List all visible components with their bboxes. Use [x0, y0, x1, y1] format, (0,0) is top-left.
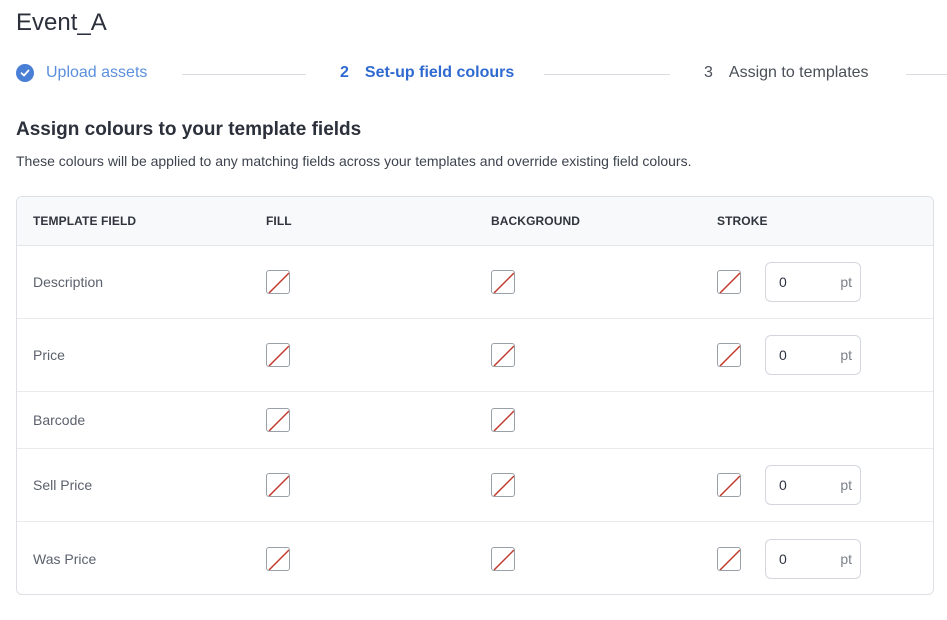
header-stroke: STROKE: [717, 214, 768, 228]
page-title: Event_A: [16, 9, 107, 36]
step-upload-assets[interactable]: Upload assets: [16, 60, 147, 86]
no-color-icon: [719, 548, 740, 570]
no-color-icon: [719, 272, 740, 293]
background-color-swatch[interactable]: [491, 343, 515, 367]
stroke-width-unit: pt: [840, 274, 852, 290]
no-color-icon: [719, 475, 740, 496]
stepper: Upload assets 2 Set-up field colours 3 A…: [16, 60, 947, 86]
background-color-swatch[interactable]: [491, 473, 515, 497]
stroke-width-input[interactable]: 0 pt: [765, 465, 861, 505]
step-number: 2: [340, 64, 349, 81]
header-fill: FILL: [266, 214, 292, 228]
no-color-icon: [493, 272, 514, 293]
step-connector: [544, 74, 670, 75]
no-color-icon: [268, 410, 289, 431]
field-colours-table: TEMPLATE FIELD FILL BACKGROUND STROKE De…: [16, 196, 934, 595]
step-label: Assign to templates: [728, 64, 869, 81]
stroke-color-swatch[interactable]: [717, 473, 741, 497]
stroke-width-unit: pt: [840, 477, 852, 493]
fill-color-swatch[interactable]: [266, 546, 290, 571]
stroke-color-swatch[interactable]: [717, 270, 741, 294]
stroke-width-input[interactable]: 0 pt: [765, 262, 861, 302]
stroke-width-input[interactable]: 0 pt: [765, 538, 861, 579]
background-color-swatch[interactable]: [491, 408, 515, 432]
section-description: These colours will be applied to any mat…: [16, 153, 692, 169]
step-connector: [906, 74, 947, 75]
stroke-width-value: 0: [779, 550, 787, 567]
fill-color-swatch[interactable]: [266, 408, 290, 432]
no-color-icon: [493, 410, 514, 431]
stroke-width-unit: pt: [840, 347, 852, 363]
table-row: Price 0 pt: [17, 319, 933, 392]
no-color-icon: [268, 345, 289, 366]
no-color-icon: [268, 475, 289, 496]
step-connector: [182, 74, 306, 75]
fill-color-swatch[interactable]: [266, 473, 290, 497]
step-number: 3: [704, 64, 713, 81]
stroke-color-swatch[interactable]: [717, 546, 741, 571]
header-template-field: TEMPLATE FIELD: [33, 214, 137, 228]
field-name: Sell Price: [33, 477, 93, 493]
stroke-width-value: 0: [779, 477, 787, 493]
check-circle-icon: [16, 64, 34, 82]
table-row: Description 0 pt: [17, 246, 933, 319]
step-label: Upload assets: [46, 64, 148, 81]
section-title: Assign colours to your template fields: [16, 119, 362, 140]
no-color-icon: [268, 548, 289, 570]
stroke-width-value: 0: [779, 274, 787, 290]
no-color-icon: [719, 345, 740, 366]
field-name: Barcode: [33, 412, 86, 428]
stroke-color-swatch[interactable]: [717, 343, 741, 367]
header-background: BACKGROUND: [491, 214, 580, 228]
stroke-width-unit: pt: [840, 550, 852, 567]
stroke-width-input[interactable]: 0 pt: [765, 335, 861, 375]
field-name: Price: [33, 347, 65, 363]
table-row: Sell Price 0 pt: [17, 449, 933, 522]
fill-color-swatch[interactable]: [266, 270, 290, 294]
field-name: Was Price: [33, 550, 97, 567]
no-color-icon: [493, 475, 514, 496]
stroke-width-value: 0: [779, 347, 787, 363]
table-row: Was Price 0 pt: [17, 522, 933, 594]
background-color-swatch[interactable]: [491, 546, 515, 571]
no-color-icon: [268, 272, 289, 293]
background-color-swatch[interactable]: [491, 270, 515, 294]
step-assign-to-templates[interactable]: 3 Assign to templates: [704, 60, 869, 86]
no-color-icon: [493, 548, 514, 570]
fill-color-swatch[interactable]: [266, 343, 290, 367]
step-label: Set-up field colours: [364, 64, 515, 81]
page: Event_A Upload assets 2 Set-up field col…: [0, 0, 947, 620]
table-row: Barcode: [17, 392, 933, 449]
table-header: TEMPLATE FIELD FILL BACKGROUND STROKE: [17, 197, 933, 246]
field-name: Description: [33, 274, 104, 290]
step-setup-field-colours[interactable]: 2 Set-up field colours: [340, 60, 514, 86]
no-color-icon: [493, 345, 514, 366]
